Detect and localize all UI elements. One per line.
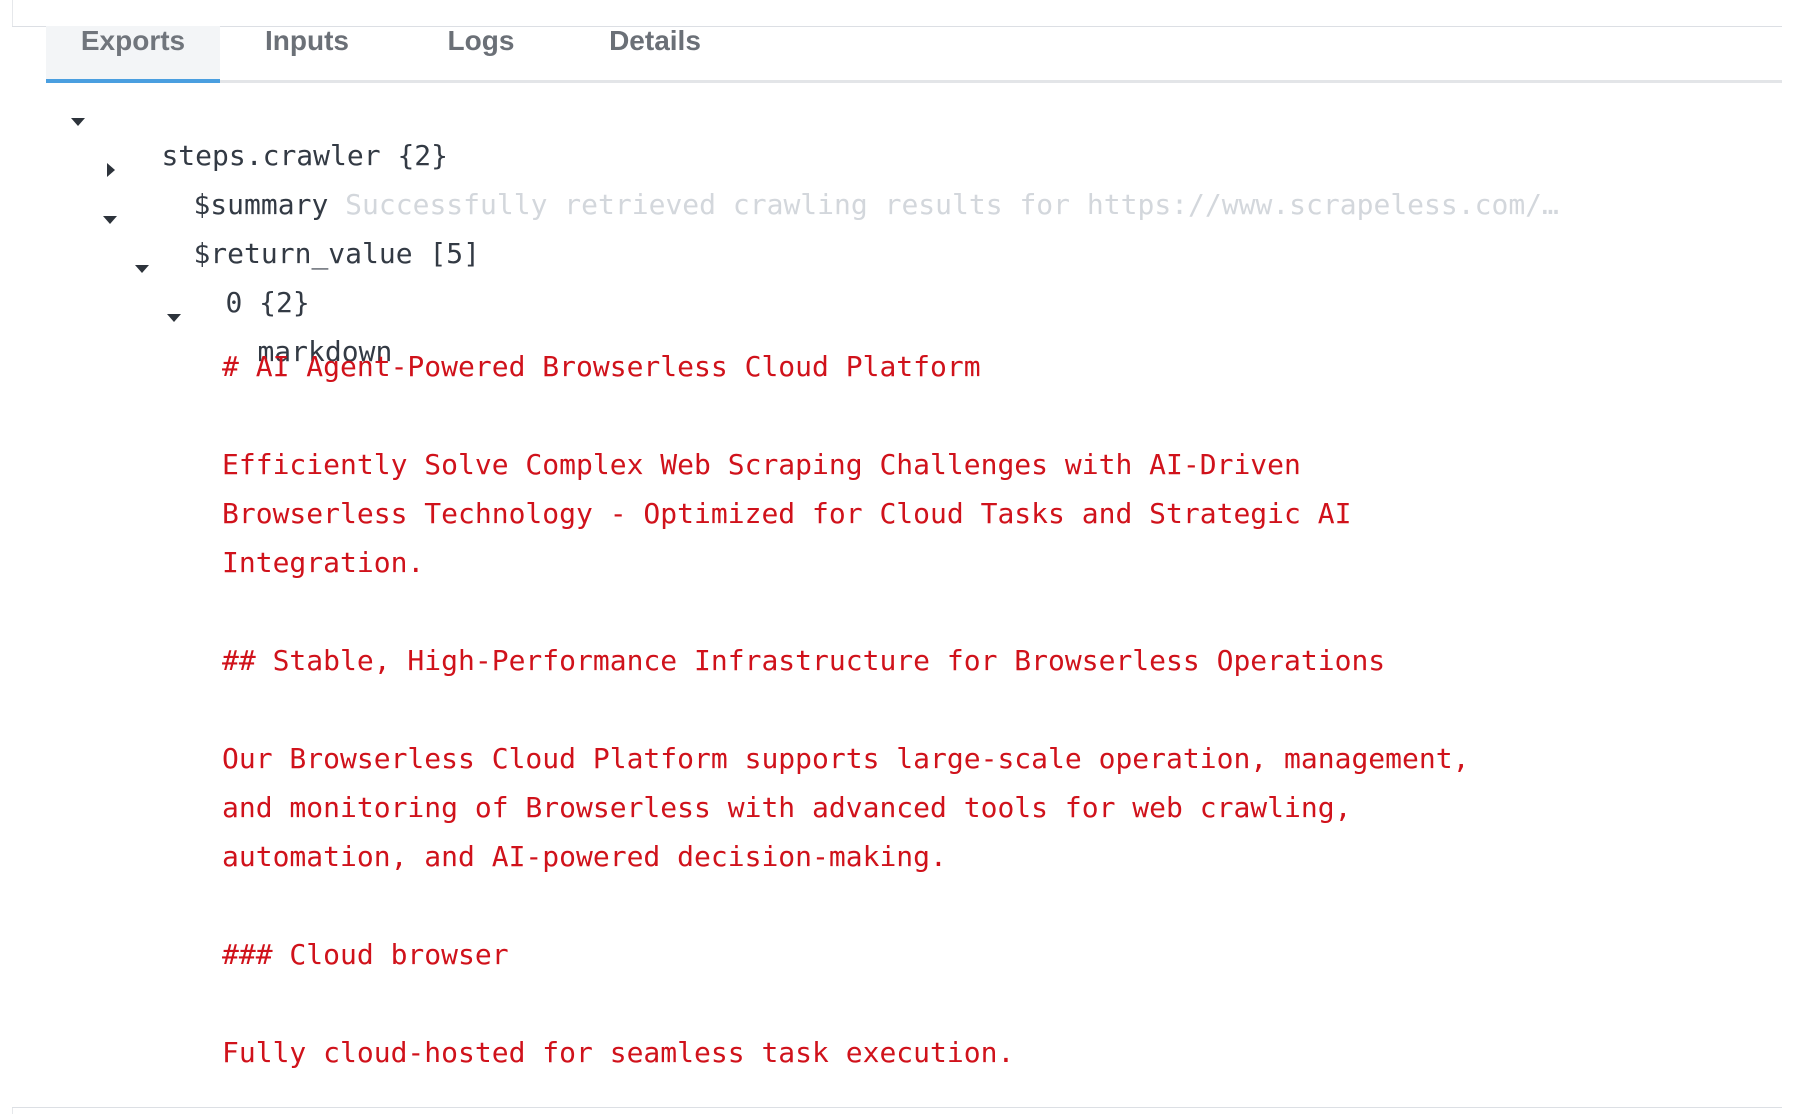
tab-exports[interactable]: Exports [46,26,220,83]
markdown-line: ### Cloud browser [222,938,509,971]
markdown-line: Fully cloud-hosted for seamless task exe… [222,1036,1015,1069]
markdown-line: # AI Agent-Powered Browserless Cloud Pla… [222,350,981,383]
summary-preview: Successfully retrieved crawling results … [345,188,1559,221]
tree-node-markdown[interactable]: markdown [190,301,392,368]
caret-down-icon[interactable] [135,265,149,273]
tree-node-item-0[interactable]: 0 {2} [158,252,309,319]
tab-details[interactable]: Details [568,26,742,80]
caret-down-icon[interactable] [167,314,181,322]
markdown-line: Browserless Technology - Optimized for C… [222,497,1352,530]
tab-bar: Exports Inputs Logs Details [46,26,1782,83]
markdown-line: Integration. [222,546,425,579]
caret-down-icon[interactable] [103,216,117,224]
caret-right-icon[interactable] [107,163,115,177]
markdown-line: and monitoring of Browserless with advan… [222,791,1352,824]
markdown-line: ## Stable, High-Performance Infrastructu… [222,644,1386,677]
tab-logs[interactable]: Logs [394,26,568,80]
markdown-line: Efficiently Solve Complex Web Scraping C… [222,448,1301,481]
markdown-line: automation, and AI-powered decision-maki… [222,840,947,873]
tree-node-summary[interactable]: $summary Successfully retrieved crawling… [126,154,1558,221]
tree-node-return-value[interactable]: $return_value [5] [126,203,480,270]
node-count: [5] [429,237,481,270]
caret-down-icon[interactable] [71,118,85,126]
tree-node-steps-crawler[interactable]: steps.crawler {2} [94,105,448,172]
tab-inputs[interactable]: Inputs [220,26,394,80]
markdown-line: Our Browserless Cloud Platform supports … [222,742,1470,775]
